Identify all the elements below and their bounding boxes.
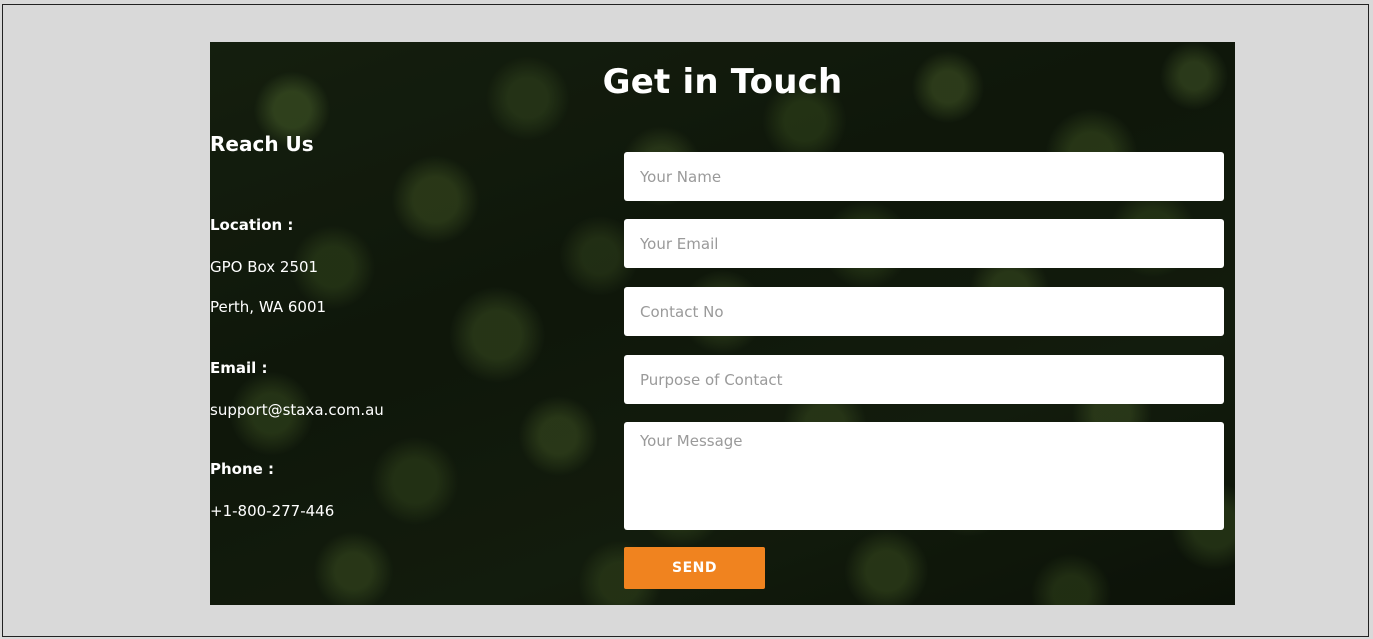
reach-us-heading: Reach Us	[210, 132, 314, 156]
phone-label: Phone :	[210, 460, 275, 478]
email-label: Email :	[210, 359, 268, 377]
message-textarea[interactable]	[624, 422, 1224, 530]
purpose-input[interactable]	[624, 355, 1224, 404]
phone-value: +1-800-277-446	[210, 502, 335, 520]
location-label: Location :	[210, 216, 294, 234]
name-input[interactable]	[624, 152, 1224, 201]
contact-content: Get in Touch Reach Us Location : GPO Box…	[210, 42, 1235, 605]
location-line-1: GPO Box 2501	[210, 258, 319, 276]
email-value: support@staxa.com.au	[210, 401, 384, 419]
email-input[interactable]	[624, 219, 1224, 268]
contact-section: Get in Touch Reach Us Location : GPO Box…	[210, 42, 1235, 605]
page-title: Get in Touch	[602, 62, 843, 102]
send-button[interactable]: SEND	[624, 547, 765, 589]
location-line-2: Perth, WA 6001	[210, 298, 327, 316]
contact-number-input[interactable]	[624, 287, 1224, 336]
